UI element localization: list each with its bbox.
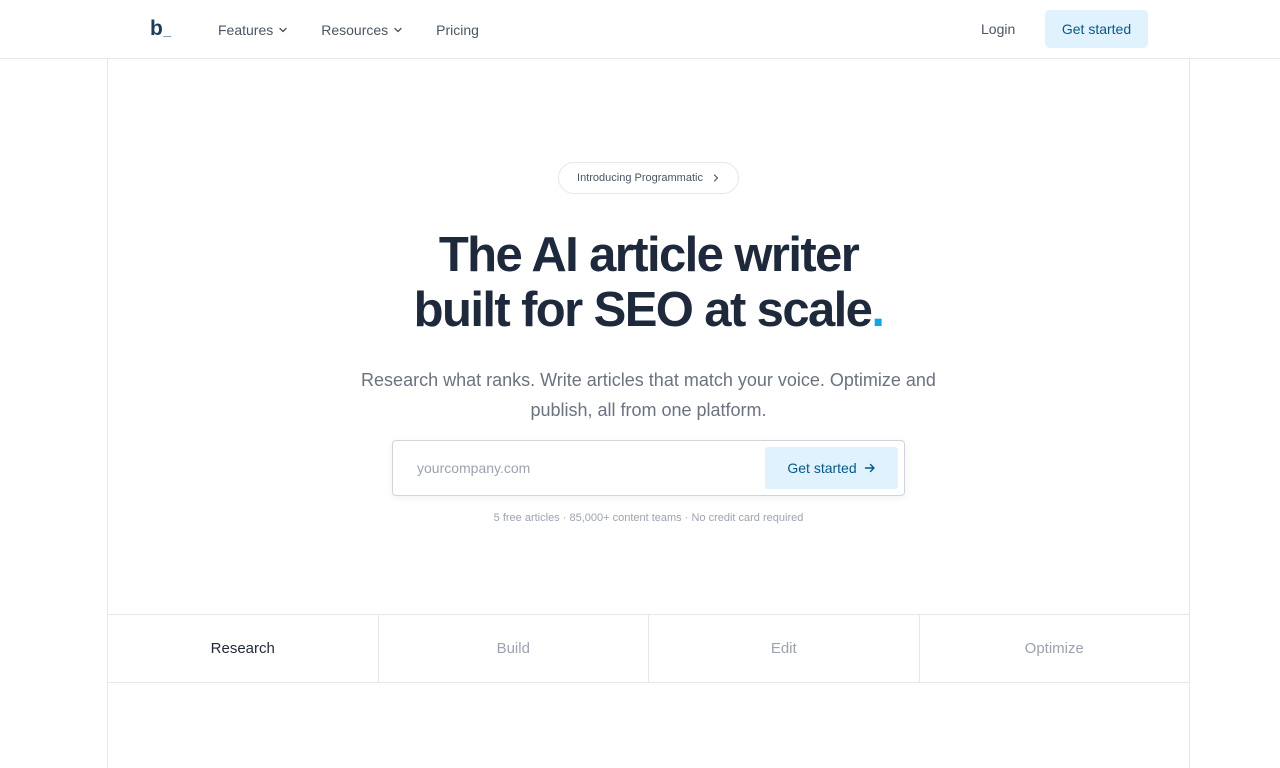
nav-item-resources[interactable]: Resources: [321, 22, 403, 38]
announcement-pill[interactable]: Introducing Programmatic: [558, 162, 739, 194]
headline-line-2: built for SEO at scale: [413, 283, 873, 337]
arrow-right-icon: [864, 463, 875, 473]
signup-form: Get started: [392, 440, 905, 496]
main-nav: Features Resources Pricing: [218, 0, 512, 59]
feature-tabs: Research Build Edit Optimize: [108, 614, 1189, 683]
get-started-button[interactable]: Get started: [1045, 10, 1148, 48]
form-get-started-button[interactable]: Get started: [765, 447, 898, 489]
login-link[interactable]: Login: [981, 21, 1015, 37]
trust-line: 5 free articles · 85,000+ content teams …: [493, 512, 804, 524]
brand-logo[interactable]: b _: [150, 17, 171, 41]
chevron-down-icon: [394, 27, 402, 32]
logo-cursor: _: [163, 22, 171, 38]
top-navigation-bar: b _ Features Resources Pricing Login Get …: [0, 0, 1280, 59]
domain-input[interactable]: [393, 441, 763, 495]
hero-subheadline: Research what ranks. Write articles that…: [361, 370, 936, 420]
nav-item-pricing[interactable]: Pricing: [436, 22, 479, 38]
headline-accent-dot: .: [871, 283, 885, 337]
hero-headline: The AI article writer built for SEO at s…: [340, 228, 957, 338]
tab-optimize[interactable]: Optimize: [918, 615, 1190, 682]
nav-item-label: Pricing: [436, 21, 479, 38]
tab-edit[interactable]: Edit: [648, 615, 919, 682]
tab-research[interactable]: Research: [108, 615, 378, 682]
nav-item-features[interactable]: Features: [218, 22, 288, 38]
chevron-right-icon: [713, 174, 719, 182]
nav-item-label: Features: [218, 21, 274, 38]
announcement-label: Introducing Programmatic: [577, 172, 703, 184]
logo-letter: b: [150, 17, 163, 40]
tab-build[interactable]: Build: [377, 615, 649, 682]
form-button-label: Get started: [787, 460, 857, 476]
nav-item-label: Resources: [321, 21, 389, 38]
headline-line-1: The AI article writer: [438, 228, 860, 282]
chevron-down-icon: [279, 27, 287, 32]
